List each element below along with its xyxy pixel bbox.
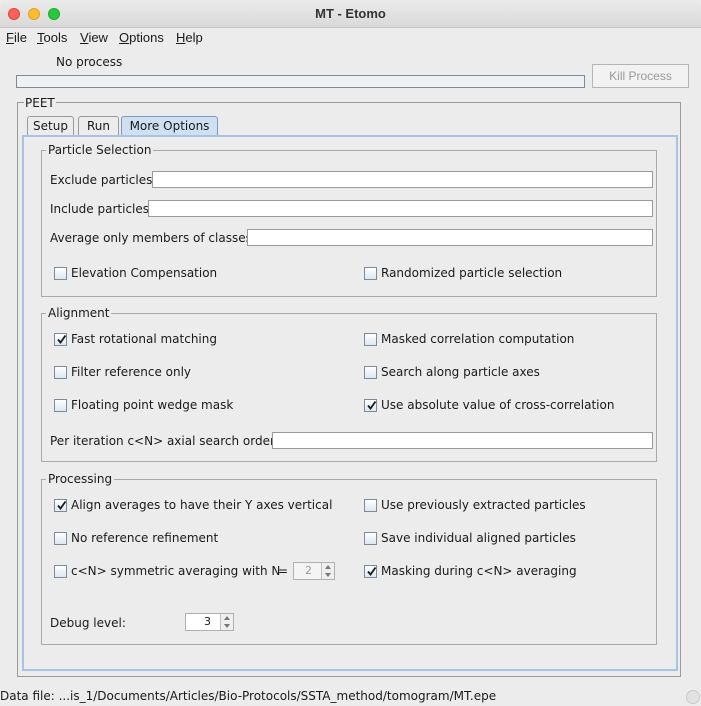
process-progress-bar — [16, 75, 585, 88]
save-aligned-checkbox[interactable] — [364, 532, 377, 545]
masking-cn-checkbox[interactable] — [364, 565, 377, 578]
filter-reference-label: Filter reference only — [71, 365, 192, 379]
symmetric-averaging-checkbox[interactable] — [54, 565, 67, 578]
spinner-up-icon[interactable] — [325, 565, 331, 569]
process-status: No process — [56, 55, 123, 69]
symmetric-averaging-label: c<N> symmetric averaging with N — [71, 564, 281, 578]
checkmark-icon — [57, 334, 67, 344]
checkmark-icon — [367, 566, 377, 576]
masked-correlation-label: Masked correlation computation — [381, 332, 575, 346]
fast-rotational-checkbox[interactable] — [54, 333, 67, 346]
absolute-xcorr-label: Use absolute value of cross-correlation — [381, 398, 615, 412]
tab-more-options[interactable]: More Options — [121, 116, 218, 136]
floating-wedge-label: Floating point wedge mask — [71, 398, 234, 412]
no-reference-refinement-checkbox[interactable] — [54, 532, 67, 545]
use-extracted-label: Use previously extracted particles — [381, 498, 586, 512]
menu-help[interactable]: Help — [176, 30, 203, 45]
alignment-title: Alignment — [46, 306, 112, 320]
fast-rotational-label: Fast rotational matching — [71, 332, 217, 346]
masking-cn-label: Masking during c<N> averaging — [381, 564, 577, 578]
menu-file-label: ile — [13, 30, 27, 45]
menu-help-label: elp — [185, 30, 203, 45]
resize-grip-icon[interactable] — [686, 690, 700, 704]
search-axes-label: Search along particle axes — [381, 365, 540, 379]
axial-search-order-label: Per iteration c<N> axial search order — [50, 434, 275, 448]
symmetric-n-spinner[interactable]: 2 — [293, 562, 335, 580]
menu-file-mnemonic: F — [6, 30, 14, 45]
align-y-axes-checkbox[interactable] — [54, 499, 67, 512]
debug-level-label: Debug level: — [50, 616, 126, 630]
average-classes-label: Average only members of classes — [50, 231, 252, 245]
spinner-up-icon[interactable] — [224, 616, 230, 620]
particle-selection-title: Particle Selection — [46, 143, 154, 157]
menu-help-mnemonic: H — [176, 30, 186, 45]
absolute-xcorr-checkbox[interactable] — [364, 399, 377, 412]
menu-tools[interactable]: Tools — [37, 30, 67, 45]
align-y-axes-label: Align averages to have their Y axes vert… — [71, 498, 333, 512]
masked-correlation-checkbox[interactable] — [364, 333, 377, 346]
window-title: MT - Etomo — [315, 6, 386, 21]
processing-title: Processing — [46, 472, 115, 486]
kill-process-button[interactable]: Kill Process — [592, 64, 689, 88]
menu-file[interactable]: File — [6, 30, 27, 45]
symmetric-n-value: 2 — [305, 564, 312, 577]
menu-view-label: iew — [88, 30, 108, 45]
menu-options-label: ptions — [129, 30, 164, 45]
menu-view[interactable]: View — [80, 30, 108, 45]
spinner-down-icon[interactable] — [224, 624, 230, 628]
exclude-particles-label: Exclude particles — [50, 173, 153, 187]
elevation-compensation-label: Elevation Compensation — [71, 266, 218, 280]
menu-bar: File Tools View Options Help — [0, 28, 701, 49]
search-axes-checkbox[interactable] — [364, 366, 377, 379]
include-particles-label: Include particles — [50, 202, 150, 216]
debug-level-arrows[interactable] — [220, 614, 233, 630]
peet-panel-title: PEET — [24, 96, 56, 110]
use-extracted-checkbox[interactable] — [364, 499, 377, 512]
save-aligned-label: Save individual aligned particles — [381, 531, 576, 545]
exclude-particles-field[interactable] — [152, 171, 653, 188]
debug-level-spinner[interactable]: 3 — [185, 613, 234, 631]
average-classes-field[interactable] — [247, 229, 653, 246]
symmetric-n-arrows[interactable] — [321, 563, 334, 579]
floating-wedge-checkbox[interactable] — [54, 399, 67, 412]
tab-run[interactable]: Run — [78, 116, 119, 136]
menu-tools-label: ools — [43, 30, 68, 45]
filter-reference-checkbox[interactable] — [54, 366, 67, 379]
tab-setup[interactable]: Setup — [27, 116, 74, 136]
randomized-selection-label: Randomized particle selection — [381, 266, 563, 280]
axial-search-order-field[interactable] — [272, 432, 653, 449]
spinner-down-icon[interactable] — [325, 573, 331, 577]
menu-options-mnemonic: O — [119, 30, 130, 45]
randomized-selection-checkbox[interactable] — [364, 267, 377, 280]
checkmark-icon — [57, 500, 67, 510]
data-file-status: Data file: ...is_1/Documents/Articles/Bi… — [0, 689, 497, 703]
symmetric-equals-sign: = — [278, 564, 289, 578]
elevation-compensation-checkbox[interactable] — [54, 267, 67, 280]
no-reference-refinement-label: No reference refinement — [71, 531, 219, 545]
debug-level-value: 3 — [204, 615, 211, 628]
checkmark-icon — [367, 400, 377, 410]
menu-options[interactable]: Options — [119, 30, 164, 45]
title-bar: MT - Etomo — [0, 0, 701, 28]
include-particles-field[interactable] — [148, 200, 653, 217]
